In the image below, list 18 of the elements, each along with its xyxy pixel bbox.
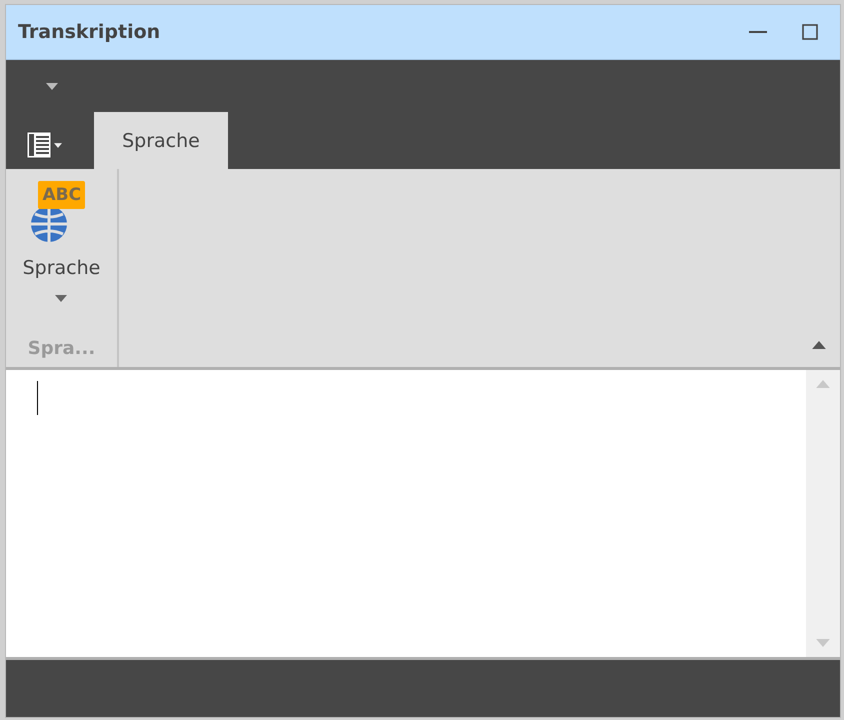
language-button[interactable]: ABC Sprache bbox=[18, 169, 104, 306]
chevron-up-icon bbox=[812, 341, 826, 349]
maximize-icon bbox=[802, 24, 818, 40]
collapse-ribbon-button[interactable] bbox=[812, 341, 826, 349]
group-label: Spra... bbox=[28, 338, 96, 359]
minimize-icon bbox=[749, 30, 767, 34]
document-list-icon bbox=[26, 131, 52, 159]
ribbon-tab[interactable]: Sprache bbox=[94, 112, 228, 169]
speech-bubble-badge: ABC bbox=[38, 181, 86, 209]
quick-access-dropdown[interactable] bbox=[46, 82, 58, 90]
caret-icon bbox=[46, 82, 58, 90]
scrollbar[interactable] bbox=[806, 370, 840, 657]
caret-icon bbox=[54, 142, 62, 148]
window-title: Transkription bbox=[18, 21, 162, 43]
text-cursor bbox=[37, 381, 38, 415]
scroll-up-icon bbox=[816, 380, 830, 388]
caret-icon bbox=[55, 295, 68, 302]
scroll-down-icon bbox=[816, 639, 830, 647]
